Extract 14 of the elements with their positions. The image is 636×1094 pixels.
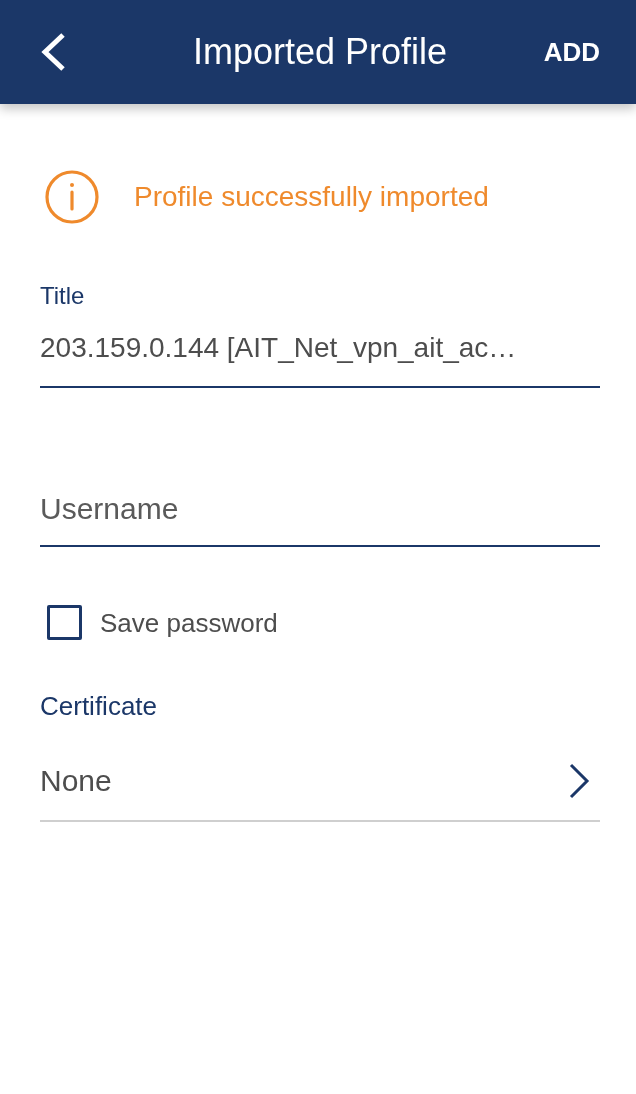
field-label: Title: [40, 281, 86, 311]
checkbox-label[interactable]: Save password: [100, 606, 278, 639]
screen-title: Imported Profile: [192, 30, 448, 74]
info-icon: [45, 170, 99, 224]
back-button[interactable]: [40, 32, 66, 72]
back-icon: [40, 32, 66, 72]
certificate-select[interactable]: None: [40, 749, 600, 822]
input-field[interactable]: 203.159.0.144 [AIT_Net_vpn_ait_ac…: [40, 327, 600, 388]
input-field[interactable]: Username: [40, 487, 600, 547]
checkbox[interactable]: [47, 605, 82, 640]
add-button[interactable]: ADD: [543, 36, 600, 68]
notice-text: Profile successfully imported: [134, 180, 489, 214]
chevron-right-icon: [569, 763, 590, 799]
field-label: Certificate: [40, 690, 159, 722]
